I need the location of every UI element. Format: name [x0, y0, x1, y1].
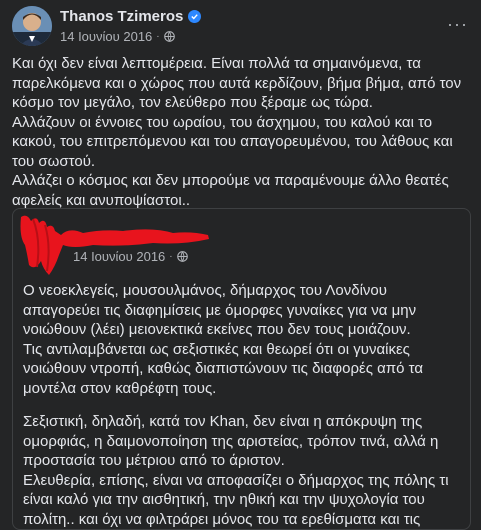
post-paragraph: Αλλάζουν οι έννοιες του ωραίου, του άσχη…	[12, 113, 453, 170]
post-body: Και όχι δεν είναι λεπτομέρεια. Είναι πολ…	[12, 54, 470, 210]
author-name[interactable]: Thanos Tzimeros	[60, 8, 183, 25]
meta-separator: ·	[169, 251, 173, 262]
shared-paragraph: Σεξιστική, δηλαδή, κατά τον Khan, δεν εί…	[23, 413, 439, 469]
post-date[interactable]: 14 Ιουνίου 2016	[60, 29, 152, 44]
shared-post-header: 14 Ιουνίου 2016 ·	[13, 209, 470, 275]
shared-post-date[interactable]: 14 Ιουνίου 2016	[73, 249, 165, 264]
globe-icon	[176, 251, 188, 262]
shared-paragraph: Ο νεοεκλεγείς, μουσουλμάνος, δήμαρχος το…	[23, 282, 417, 338]
post-paragraph: Και όχι δεν είναι λεπτομέρεια. Είναι πολ…	[12, 55, 462, 111]
shared-post[interactable]: 14 Ιουνίου 2016 · Ο νεοεκλεγείς, μουσουλ…	[12, 208, 471, 530]
shared-post-body: Ο νεοεκλεγείς, μουσουλμάνος, δήμαρχος το…	[23, 281, 463, 529]
verified-badge-icon	[188, 10, 202, 23]
more-options-icon[interactable]: ···	[447, 14, 468, 35]
post-header: Thanos Tzimeros 14 Ιουνίου 2016 · ···	[12, 6, 472, 46]
shared-paragraph: Τις αντιλαμβάνεται ως σεξιστικές και θεω…	[23, 340, 424, 397]
avatar-image	[12, 6, 52, 46]
author-avatar[interactable]	[12, 6, 52, 46]
meta-separator: ·	[156, 31, 160, 42]
post-meta: 14 Ιουνίου 2016 ·	[60, 29, 175, 44]
shared-paragraph: Ελευθερία, επίσης, είναι να αποφασίζει ο…	[23, 471, 449, 528]
globe-icon	[163, 31, 175, 42]
facebook-post: Thanos Tzimeros 14 Ιουνίου 2016 · ··· Κα…	[0, 0, 481, 530]
redaction-scribble	[20, 215, 209, 275]
post-paragraph: Αλλάζει ο κόσμος και δεν μπορούμε να παρ…	[12, 172, 449, 209]
